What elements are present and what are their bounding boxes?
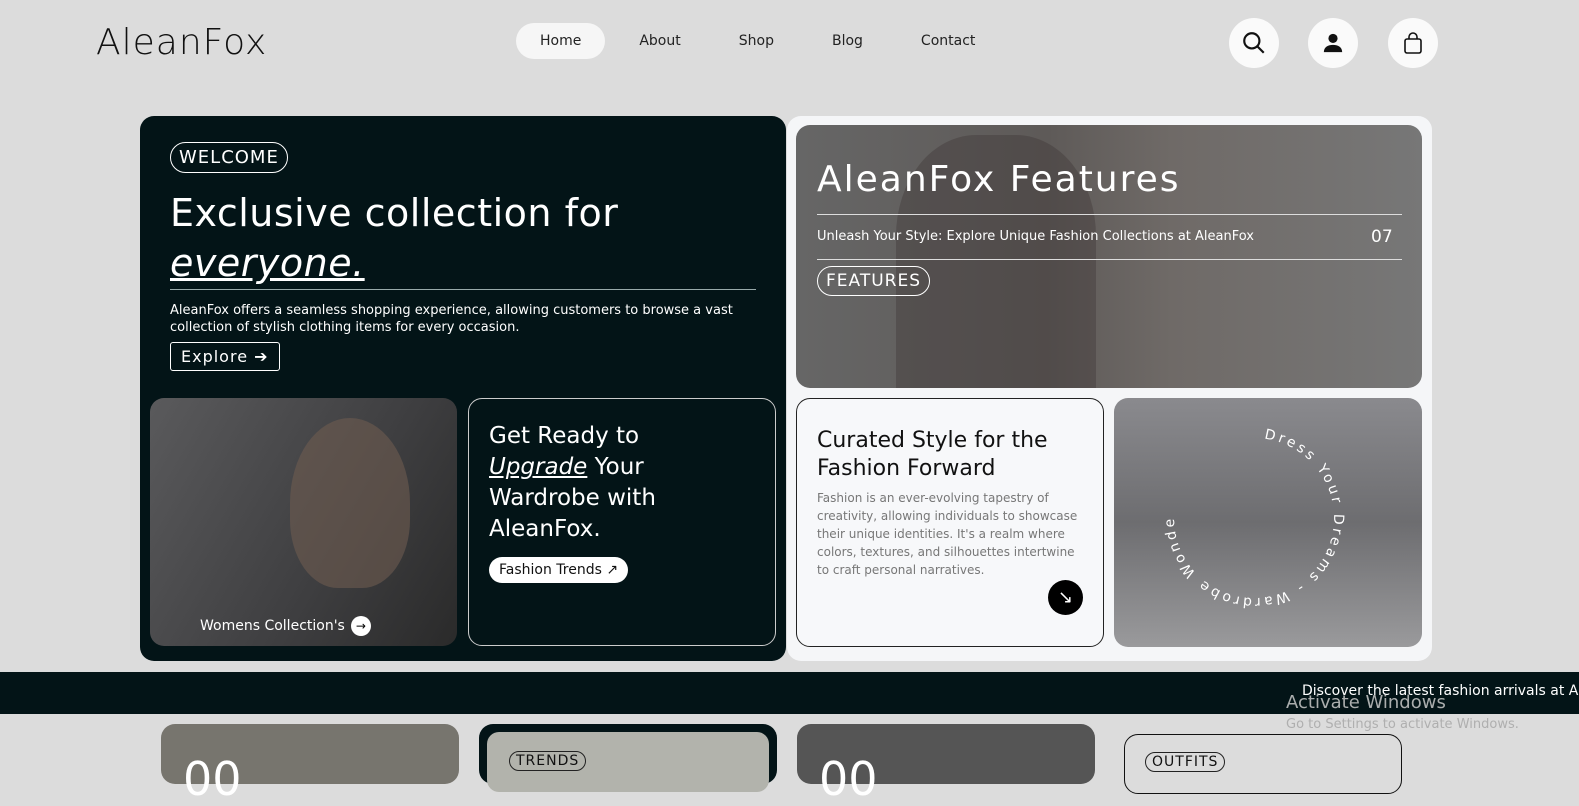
arrow-circle-icon: ➔ [254,347,269,366]
bottom-card-1: 00 [161,724,459,806]
title-emphasis: everyone. [170,241,365,285]
watermark-title: Activate Windows [1286,692,1446,713]
logo[interactable]: AleanFox [96,22,267,63]
welcome-badge: WELCOME [170,142,288,173]
bottom-card-outfits: OUTFITS [1124,734,1402,794]
trends-badge: TRENDS [509,751,587,771]
search-button[interactable] [1229,18,1279,68]
nav-about[interactable]: About [615,23,704,59]
user-icon [1323,33,1343,53]
model-image [290,418,410,588]
bottom-card-trends: TRENDS [479,724,777,792]
upgrade-emphasis: Upgrade [489,454,588,480]
divider [817,214,1402,215]
arrow-down-right-icon[interactable]: ↘ [1048,580,1083,615]
features-card: AleanFox Features Unleash Your Style: Ex… [796,125,1422,388]
circular-text: Dress Your Dreams - Wardrobe Wonders - [1154,418,1346,610]
upgrade-title: Get Ready to Upgrade Your Wardrobe with Ale… [489,421,656,545]
arrow-right-icon: → [350,616,371,636]
card-number: 00 [819,752,878,806]
line: Get Ready to [489,423,640,449]
nav-contact[interactable]: Contact [897,23,999,59]
line: AleanFox. [489,516,601,542]
hero-description: AleanFox offers a seamless shopping expe… [170,303,733,335]
divider [170,289,756,290]
hero-card: WELCOME Exclusive collection for everyone… [140,116,786,661]
account-button[interactable] [1308,18,1358,68]
explore-button[interactable]: Explore ➔ [170,342,280,371]
curated-body: Fashion is an ever-evolving tapestry of … [817,491,1078,577]
card-number: 00 [183,752,242,806]
features-subtitle: Unleash Your Style: Explore Unique Fashi… [817,229,1254,244]
nav-blog[interactable]: Blog [808,23,887,59]
features-badge: FEATURES [817,266,931,296]
womens-collection-label: Womens Collection's [200,618,345,634]
features-panel: AleanFox Features Unleash Your Style: Ex… [787,116,1432,661]
hero-title: Exclusive collection for everyone. [170,188,618,288]
nav-shop[interactable]: Shop [715,23,798,59]
outfits-badge: OUTFITS [1145,752,1226,772]
nav-home[interactable]: Home [516,23,606,59]
search-icon [1243,32,1265,54]
fashion-trends-button[interactable]: Fashion Trends ↗ [489,557,629,583]
divider [817,259,1402,260]
store-card: Dress Your Dreams - Wardrobe Wonders - [1114,398,1422,647]
svg-text:Dress Your Dreams - Wardrobe W: Dress Your Dreams - Wardrobe Wonders - [1154,418,1346,610]
watermark-subtitle: Go to Settings to activate Windows. [1286,717,1519,732]
upgrade-card: Get Ready to Upgrade Your Wardrobe with Ale… [468,398,776,646]
features-title: AleanFox Features [817,159,1181,200]
curated-card: Curated Style for the Fashion Forward Fa… [796,398,1104,647]
bottom-card-3: 00 [797,724,1095,806]
explore-label: Explore [181,347,249,366]
features-number: 07 [1371,227,1393,247]
womens-collection-card[interactable]: Womens Collection's → [150,398,457,646]
shopping-bag-icon [1404,32,1422,54]
fashion-trends-label: Fashion Trends [499,562,602,578]
title-line: Exclusive collection for [170,191,619,235]
curated-title: Curated Style for the Fashion Forward [817,428,1048,481]
line: Wardrobe with [489,485,656,511]
cart-button[interactable] [1388,18,1438,68]
line: Your [587,454,644,480]
main-nav: Home About Shop Blog Contact [516,23,1009,59]
